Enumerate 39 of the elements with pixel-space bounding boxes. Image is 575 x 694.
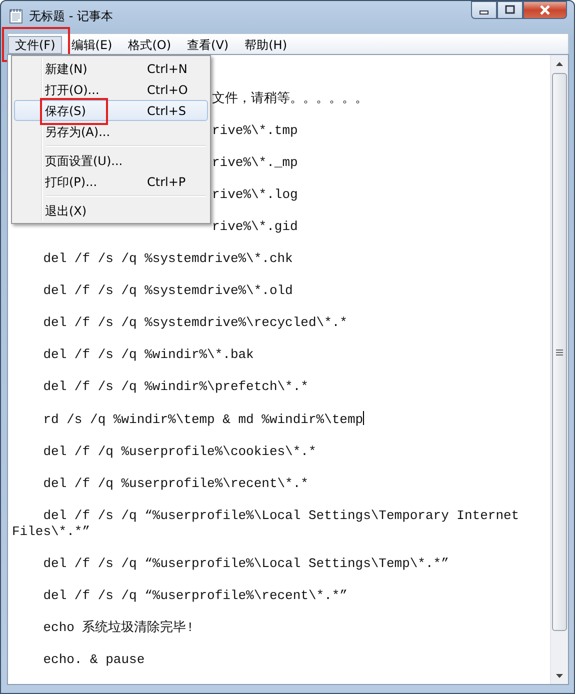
menu-entry[interactable]: 另存为(A)... bbox=[14, 121, 208, 142]
menu-item[interactable]: 格式(O) bbox=[121, 36, 178, 54]
text-line: rd /s /q %windir%\temp & md %windir%\temp bbox=[42, 411, 366, 428]
text-line: rive%\*.gid bbox=[212, 219, 299, 235]
text-line: del /f /q %userprofile%\cookies\*.* bbox=[42, 444, 318, 460]
maximize-button[interactable] bbox=[497, 1, 523, 19]
text-line: del /f /s /q “%userprofile%\recent\*.*” bbox=[42, 588, 348, 604]
menu-entry[interactable]: 退出(X) bbox=[14, 200, 208, 221]
menu-item[interactable]: 查看(V) bbox=[180, 36, 236, 54]
menu-entry[interactable]: 页面设置(U)... bbox=[14, 150, 208, 171]
text-line: echo. & pause bbox=[42, 652, 146, 668]
text-line: del /f /s /q %windir%\prefetch\*.* bbox=[42, 379, 310, 395]
menu-item[interactable]: 编辑(E) bbox=[64, 36, 120, 54]
text-line: rive%\*.log bbox=[212, 187, 299, 203]
notepad-icon bbox=[9, 8, 23, 24]
text-line: del /f /s /q %windir%\*.bak bbox=[42, 347, 255, 363]
text-line: del /f /s /q %systemdrive%\*.old bbox=[42, 283, 294, 299]
window-title: 无标题 - 记事本 bbox=[29, 8, 113, 24]
text-line: del /f /q %userprofile%\recent\*.* bbox=[42, 476, 310, 492]
text-line: echo 系统垃圾清除完毕! bbox=[42, 620, 196, 636]
text-line: 文件，请稍等。。。。。。 bbox=[212, 91, 369, 107]
maximize-icon bbox=[505, 5, 515, 15]
menu-item[interactable]: 帮助(H) bbox=[238, 36, 294, 54]
close-button[interactable] bbox=[523, 1, 567, 19]
text-line: rive%\*._mp bbox=[212, 155, 299, 171]
close-icon bbox=[539, 5, 551, 15]
menu-entry[interactable]: 新建(N) Ctrl+N bbox=[14, 58, 208, 79]
text-line: del /f /s /q “%userprofile%\Local Settings\Temp\*.*” bbox=[42, 556, 450, 572]
text-line: del /f /s /q %systemdrive%\recycled\*.* bbox=[42, 315, 348, 331]
scroll-thumb[interactable] bbox=[552, 73, 567, 631]
menu-entry[interactable]: 保存(S) Ctrl+S bbox=[14, 100, 208, 121]
text-line: rive%\*.tmp bbox=[212, 123, 299, 139]
menu-item[interactable]: 文件(F) bbox=[8, 36, 62, 54]
menu-entry[interactable]: 打印(P)... Ctrl+P bbox=[14, 171, 208, 192]
scrollbar[interactable] bbox=[550, 55, 568, 684]
text-line: del /f /s /q %systemdrive%\*.chk bbox=[42, 251, 294, 267]
minimize-button[interactable] bbox=[471, 1, 497, 19]
menu-entry[interactable]: 打开(O)... Ctrl+O bbox=[14, 79, 208, 100]
text-line: del /f /s /q “%userprofile%\Local Settings\Temporary Internet Files\*.*” bbox=[12, 508, 520, 540]
